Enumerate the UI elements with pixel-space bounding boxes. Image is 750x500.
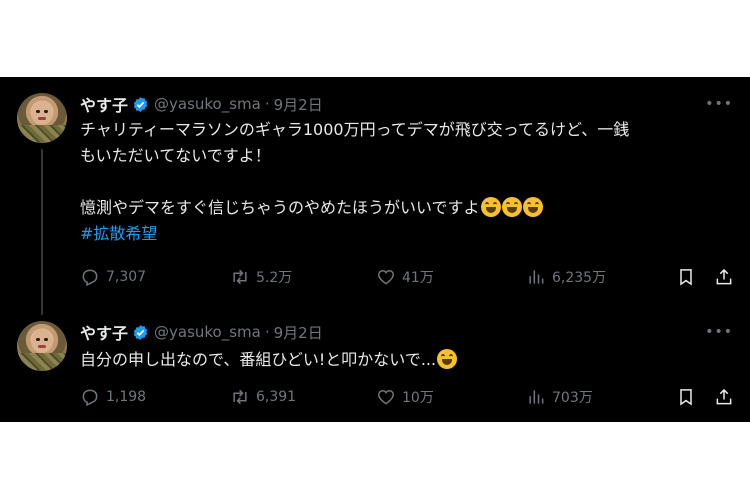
bookmark-icon[interactable] — [676, 387, 696, 407]
tweet[interactable]: やす子 @yasuko_sma · 9月2日 ••• チャリティーマラソンのギャ… — [0, 77, 750, 315]
secondary-actions — [676, 267, 734, 287]
tweet-header: やす子 @yasuko_sma · 9月2日 — [80, 93, 323, 115]
views-button[interactable]: 703万 — [526, 387, 593, 407]
retweet-icon — [233, 389, 247, 405]
retweet-count: 6,391 — [256, 389, 297, 405]
views-button[interactable]: 6,235万 — [526, 267, 606, 287]
separator-dot: · — [264, 323, 270, 341]
like-button[interactable]: 41万 — [376, 267, 434, 287]
bookmark-icon[interactable] — [676, 267, 696, 287]
like-button[interactable]: 10万 — [376, 387, 434, 407]
verified-badge-icon — [133, 324, 148, 340]
retweet-icon — [233, 269, 247, 285]
avatar[interactable] — [17, 321, 67, 371]
grinning-squinting-face-icon — [437, 349, 458, 369]
tweet-text: チャリティーマラソンのギャラ1000万円ってデマが飛び交ってるけど、一銭 もいた… — [80, 117, 732, 247]
grinning-squinting-face-icon — [480, 197, 501, 217]
reply-icon — [82, 269, 98, 287]
secondary-actions — [676, 387, 734, 407]
tweet-text-segment: 憶測やデマをすぐ信じちゃうのやめたほうがいいですよ — [80, 198, 480, 217]
tweet-date[interactable]: 9月2日 — [274, 322, 323, 343]
reply-count: 7,307 — [106, 269, 147, 285]
separator-dot: · — [264, 95, 270, 113]
author-handle[interactable]: @yasuko_sma — [154, 323, 261, 341]
grinning-squinting-face-icon — [501, 197, 522, 217]
share-icon[interactable] — [714, 387, 734, 407]
view-count: 703万 — [552, 390, 593, 406]
tweet-header: やす子 @yasuko_sma · 9月2日 — [80, 321, 323, 343]
thread-connector-line — [41, 149, 43, 315]
verified-badge-icon — [133, 96, 148, 112]
views-icon — [529, 270, 544, 284]
like-count: 10万 — [402, 390, 434, 406]
tweet-text-segment: 自分の申し出なので、番組ひどい!と叩かないで... — [80, 350, 437, 369]
tweet-thread-panel: やす子 @yasuko_sma · 9月2日 ••• チャリティーマラソンのギャ… — [0, 77, 750, 422]
tweet[interactable]: やす子 @yasuko_sma · 9月2日 ••• 自分の申し出なので、番組ひ… — [0, 307, 750, 422]
tweet-text-line: チャリティーマラソンのギャラ1000万円ってデマが飛び交ってるけど、一銭 — [80, 120, 630, 139]
heart-icon — [378, 269, 394, 285]
reply-count: 1,198 — [106, 389, 147, 405]
author-name[interactable]: やす子 — [80, 92, 128, 116]
views-icon — [529, 390, 544, 404]
like-count: 41万 — [402, 270, 434, 286]
heart-icon — [378, 389, 394, 405]
tweet-text-line: 自分の申し出なので、番組ひどい!と叩かないで... — [80, 347, 732, 373]
avatar[interactable] — [17, 93, 67, 143]
author-name[interactable]: やす子 — [80, 320, 128, 344]
reply-icon — [82, 389, 98, 407]
tweet-text-line: もいただいてないですよ！ — [80, 146, 271, 165]
share-icon[interactable] — [714, 267, 734, 287]
retweet-button[interactable]: 6,391 — [230, 387, 296, 407]
tweet-text-line: 憶測やデマをすぐ信じちゃうのやめたほうがいいですよ — [80, 195, 732, 221]
more-icon[interactable]: ••• — [705, 325, 733, 339]
more-icon[interactable]: ••• — [705, 97, 733, 111]
retweet-button[interactable]: 5.2万 — [230, 267, 292, 287]
author-handle[interactable]: @yasuko_sma — [154, 95, 261, 113]
hashtag-link[interactable]: #拡散希望 — [80, 221, 732, 247]
tweet-text: 自分の申し出なので、番組ひどい!と叩かないで... — [80, 347, 732, 373]
retweet-count: 5.2万 — [256, 270, 293, 286]
grinning-squinting-face-icon — [522, 197, 543, 217]
tweet-date[interactable]: 9月2日 — [274, 94, 323, 115]
reply-button[interactable]: 7,307 — [80, 267, 146, 287]
view-count: 6,235万 — [552, 270, 607, 286]
reply-button[interactable]: 1,198 — [80, 387, 146, 407]
